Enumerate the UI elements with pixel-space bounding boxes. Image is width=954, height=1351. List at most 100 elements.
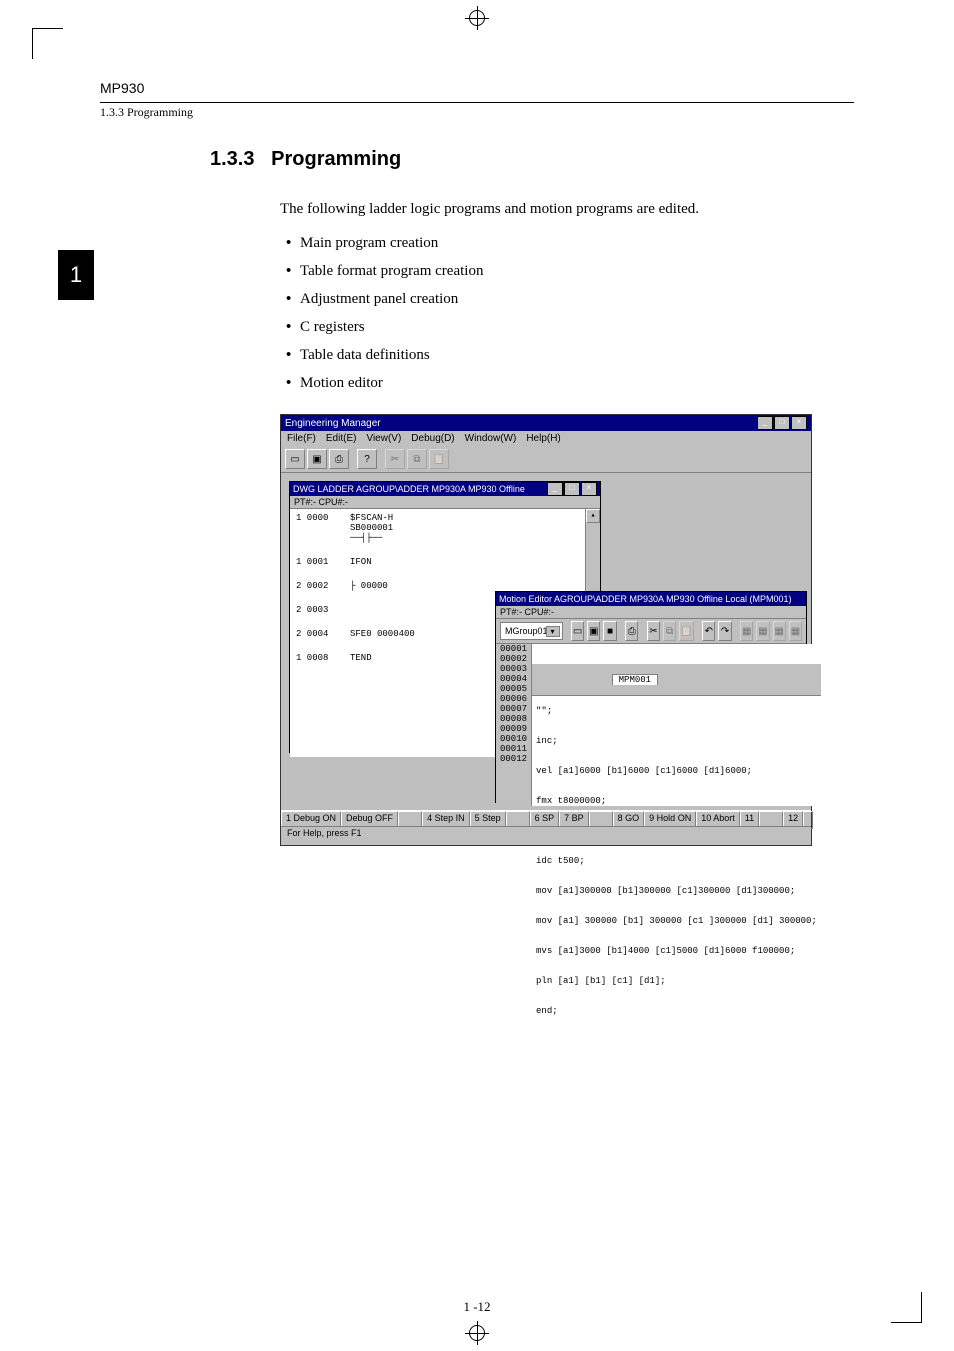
group-select[interactable]: MGroup01 [500, 622, 563, 640]
copy-icon[interactable]: ⧉ [407, 449, 427, 469]
code-line: end; [536, 1006, 817, 1016]
tool-icon[interactable]: ▦ [740, 621, 753, 641]
cut-icon[interactable]: ✂ [647, 621, 660, 641]
motion-editor-body: 00001 00002 00003 00004 00005 00006 0000… [496, 644, 806, 806]
line-number: 00005 [496, 684, 531, 694]
line-number: 00003 [496, 664, 531, 674]
code-line: mov [a1]300000 [b1]300000 [c1]300000 [d1… [536, 886, 817, 896]
motion-window-titlebar: Motion Editor AGROUP\ADDER MP930A MP930 … [496, 592, 806, 606]
open-icon[interactable]: ▣ [587, 621, 600, 641]
save-icon[interactable]: ■ [603, 621, 616, 641]
crop-mark-bottom-right [891, 1292, 922, 1323]
code-tab[interactable]: MPM001 [612, 674, 658, 685]
line-number: 00012 [496, 754, 531, 764]
header-breadcrumb: 1.3.3 Programming [100, 105, 854, 120]
code-line: inc; [536, 736, 817, 746]
code-line: mvs [a1]3000 [b1]4000 [c1]5000 [d1]6000 … [536, 946, 817, 956]
code-line: vel [a1]6000 [b1]6000 [c1]6000 [d1]6000; [536, 766, 817, 776]
registration-mark-bottom [465, 1321, 489, 1345]
undo-icon[interactable]: ↶ [702, 621, 715, 641]
close-button[interactable]: × [791, 416, 807, 430]
bullet-item: Adjustment panel creation [300, 290, 854, 308]
new-icon[interactable]: ▭ [285, 449, 305, 469]
close-button[interactable]: × [581, 482, 597, 496]
motion-toolbar: MGroup01 ▭ ▣ ■ ⎙ ✂ ⧉ 📋 ↶ ↷ ▦ ▦ [496, 619, 806, 644]
paste-icon[interactable]: 📋 [429, 449, 449, 469]
minimize-button[interactable]: _ [757, 416, 773, 430]
menubar: File(F) Edit(E) View(V) Debug(D) Window(… [281, 431, 811, 446]
page-number: 1 -12 [463, 1299, 490, 1315]
code-line: idc t500; [536, 856, 817, 866]
motion-window-subtitle: PT#:- CPU#:- [496, 606, 806, 619]
minimize-button[interactable]: _ [547, 482, 563, 496]
line-number: 00002 [496, 654, 531, 664]
help-icon[interactable]: ? [357, 449, 377, 469]
print-icon[interactable]: ⎙ [625, 621, 638, 641]
chapter-tab: 1 [58, 250, 94, 300]
toolbar: ▭ ▣ ⎙ ? ✂ ⧉ 📋 [281, 446, 811, 473]
crop-mark-top-left [32, 28, 63, 59]
header-rule [100, 102, 854, 103]
maximize-button[interactable]: □ [564, 482, 580, 496]
line-number: 00004 [496, 674, 531, 684]
line-number-gutter: 00001 00002 00003 00004 00005 00006 0000… [496, 644, 532, 806]
registration-mark-top [465, 6, 489, 30]
menu-debug[interactable]: Debug(D) [411, 433, 454, 444]
code-line: fmx t8000000; [536, 796, 817, 806]
ladder-row-symbol: $FSCAN-H SB000001 ──┤├── [350, 513, 594, 543]
copy-icon[interactable]: ⧉ [663, 621, 676, 641]
code-line: pln [a1] [b1] [c1] [d1]; [536, 976, 817, 986]
new-icon[interactable]: ▭ [571, 621, 584, 641]
ladder-row-index: 1 0008 [296, 653, 336, 663]
scroll-up-icon[interactable]: ▴ [586, 509, 600, 523]
redo-icon[interactable]: ↷ [718, 621, 731, 641]
motion-window-title: Motion Editor AGROUP\ADDER MP930A MP930 … [499, 594, 791, 604]
screenshot-figure: Engineering Manager _ □ × File(F) Edit(E… [280, 414, 812, 846]
maximize-button[interactable]: □ [774, 416, 790, 430]
ladder-row-index: 2 0004 [296, 629, 336, 639]
cut-icon[interactable]: ✂ [385, 449, 405, 469]
bullet-list: Main program creation Table format progr… [300, 234, 854, 392]
line-number: 00007 [496, 704, 531, 714]
section-title: Programming [271, 148, 401, 170]
ladder-window-title: DWG LADDER AGROUP\ADDER MP930A MP930 Off… [293, 484, 525, 494]
motion-editor-window: Motion Editor AGROUP\ADDER MP930A MP930 … [495, 591, 807, 803]
menu-help[interactable]: Help(H) [526, 433, 560, 444]
menu-window[interactable]: Window(W) [465, 433, 517, 444]
code-area[interactable]: MPM001 ""; inc; vel [a1]6000 [b1]6000 [c… [532, 644, 821, 806]
line-number: 00001 [496, 644, 531, 654]
ladder-window-titlebar: DWG LADDER AGROUP\ADDER MP930A MP930 Off… [290, 482, 600, 496]
line-number: 00010 [496, 734, 531, 744]
line-number: 00008 [496, 714, 531, 724]
bullet-item: Motion editor [300, 374, 854, 392]
header-model: MP930 [100, 80, 854, 96]
line-number: 00006 [496, 694, 531, 704]
menu-view[interactable]: View(V) [366, 433, 401, 444]
app-title: Engineering Manager [285, 418, 381, 429]
menu-edit[interactable]: Edit(E) [326, 433, 357, 444]
status-bar: For Help, press F1 [281, 826, 811, 845]
menu-file[interactable]: File(F) [287, 433, 316, 444]
ladder-row-index: 1 0000 [296, 513, 336, 543]
bullet-item: Table data definitions [300, 346, 854, 364]
open-icon[interactable]: ▣ [307, 449, 327, 469]
bullet-item: Table format program creation [300, 262, 854, 280]
paste-icon[interactable]: 📋 [679, 621, 693, 641]
app-titlebar: Engineering Manager _ □ × [281, 415, 811, 431]
ladder-row-index: 2 0003 [296, 605, 336, 615]
tool-icon[interactable]: ▦ [756, 621, 769, 641]
ladder-row-index: 1 0001 [296, 557, 336, 567]
tool-icon[interactable]: ▦ [773, 621, 786, 641]
tool-icon[interactable]: ▦ [789, 621, 802, 641]
section-lead: The following ladder logic programs and … [280, 201, 854, 218]
ladder-row-index: 2 0002 [296, 581, 336, 591]
page-content: MP930 1.3.3 Programming 1.3.3 Programmin… [100, 80, 854, 1271]
ladder-row-symbol: IFON [350, 557, 594, 567]
bullet-item: C registers [300, 318, 854, 336]
print-icon[interactable]: ⎙ [329, 449, 349, 469]
code-line: mov [a1] 300000 [b1] 300000 [c1 ]300000 … [536, 916, 817, 926]
code-line: ""; [536, 706, 817, 716]
line-number: 00009 [496, 724, 531, 734]
ladder-row-symbol: ├ 00000 [350, 581, 594, 591]
section-number: 1.3.3 [210, 148, 254, 170]
